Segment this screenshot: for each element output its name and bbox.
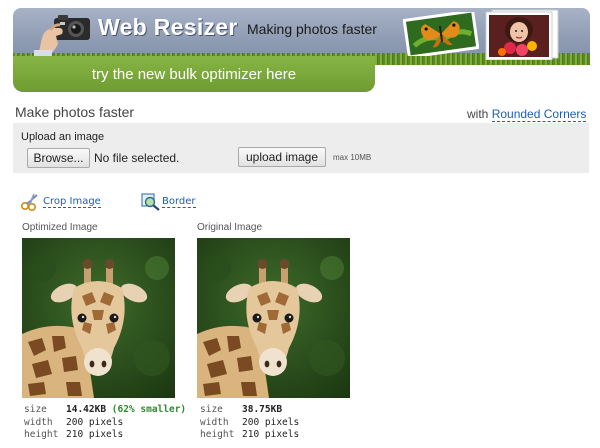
rounded-corners-link[interactable]: Rounded Corners xyxy=(491,107,587,122)
browse-button[interactable]: Browse... xyxy=(27,148,90,168)
logo-text: Web Resizer xyxy=(98,14,238,40)
border-link[interactable]: Border xyxy=(162,196,196,208)
camera-hand-icon xyxy=(34,15,90,58)
bulk-optimizer-button[interactable]: try the new bulk optimizer here xyxy=(13,56,375,92)
original-width-value: 200 pixels xyxy=(242,416,300,428)
original-stats: size 38.75KB width 200 pixels height 210 pi… xyxy=(200,404,299,442)
crop-scissors-icon[interactable] xyxy=(20,193,40,211)
size-label: size xyxy=(200,404,223,415)
upload-label: Upload an image xyxy=(21,131,105,143)
original-giraffe-image xyxy=(197,238,350,398)
original-height-value: 210 pixels xyxy=(242,429,300,440)
width-label: width xyxy=(24,416,53,428)
original-size-value: 38.75KB xyxy=(242,404,283,415)
page-title: Make photos faster xyxy=(15,104,135,120)
butterfly-photo xyxy=(403,12,479,56)
max-size-note: max 10MB xyxy=(333,153,372,162)
with-label: with xyxy=(467,107,489,121)
height-label: height xyxy=(24,429,59,440)
optimized-image-caption: Optimized Image xyxy=(22,222,98,233)
size-label: size xyxy=(24,404,47,415)
file-status: No file selected. xyxy=(94,151,180,165)
optimized-stats: size 14.42KB (62% smaller) width 200 pixel… xyxy=(24,404,186,442)
optimized-width-value: 200 pixels xyxy=(66,416,124,428)
with-rounded-corners: with Rounded Corners xyxy=(467,107,587,122)
width-label: width xyxy=(200,416,229,428)
optimized-size-value: 14.42KB xyxy=(66,404,107,415)
savings-note: (62% smaller) xyxy=(111,404,187,415)
optimized-height-value: 210 pixels xyxy=(66,429,124,440)
upload-image-button[interactable]: upload image xyxy=(238,147,326,167)
optimized-giraffe-image xyxy=(22,238,175,398)
border-magnifier-icon[interactable] xyxy=(141,193,161,211)
woman-with-flowers-photo xyxy=(485,9,559,60)
height-label: height xyxy=(200,429,235,440)
original-image-caption: Original Image xyxy=(197,222,263,233)
crop-image-link[interactable]: Crop Image xyxy=(43,196,101,208)
tagline: Making photos faster xyxy=(247,21,377,37)
